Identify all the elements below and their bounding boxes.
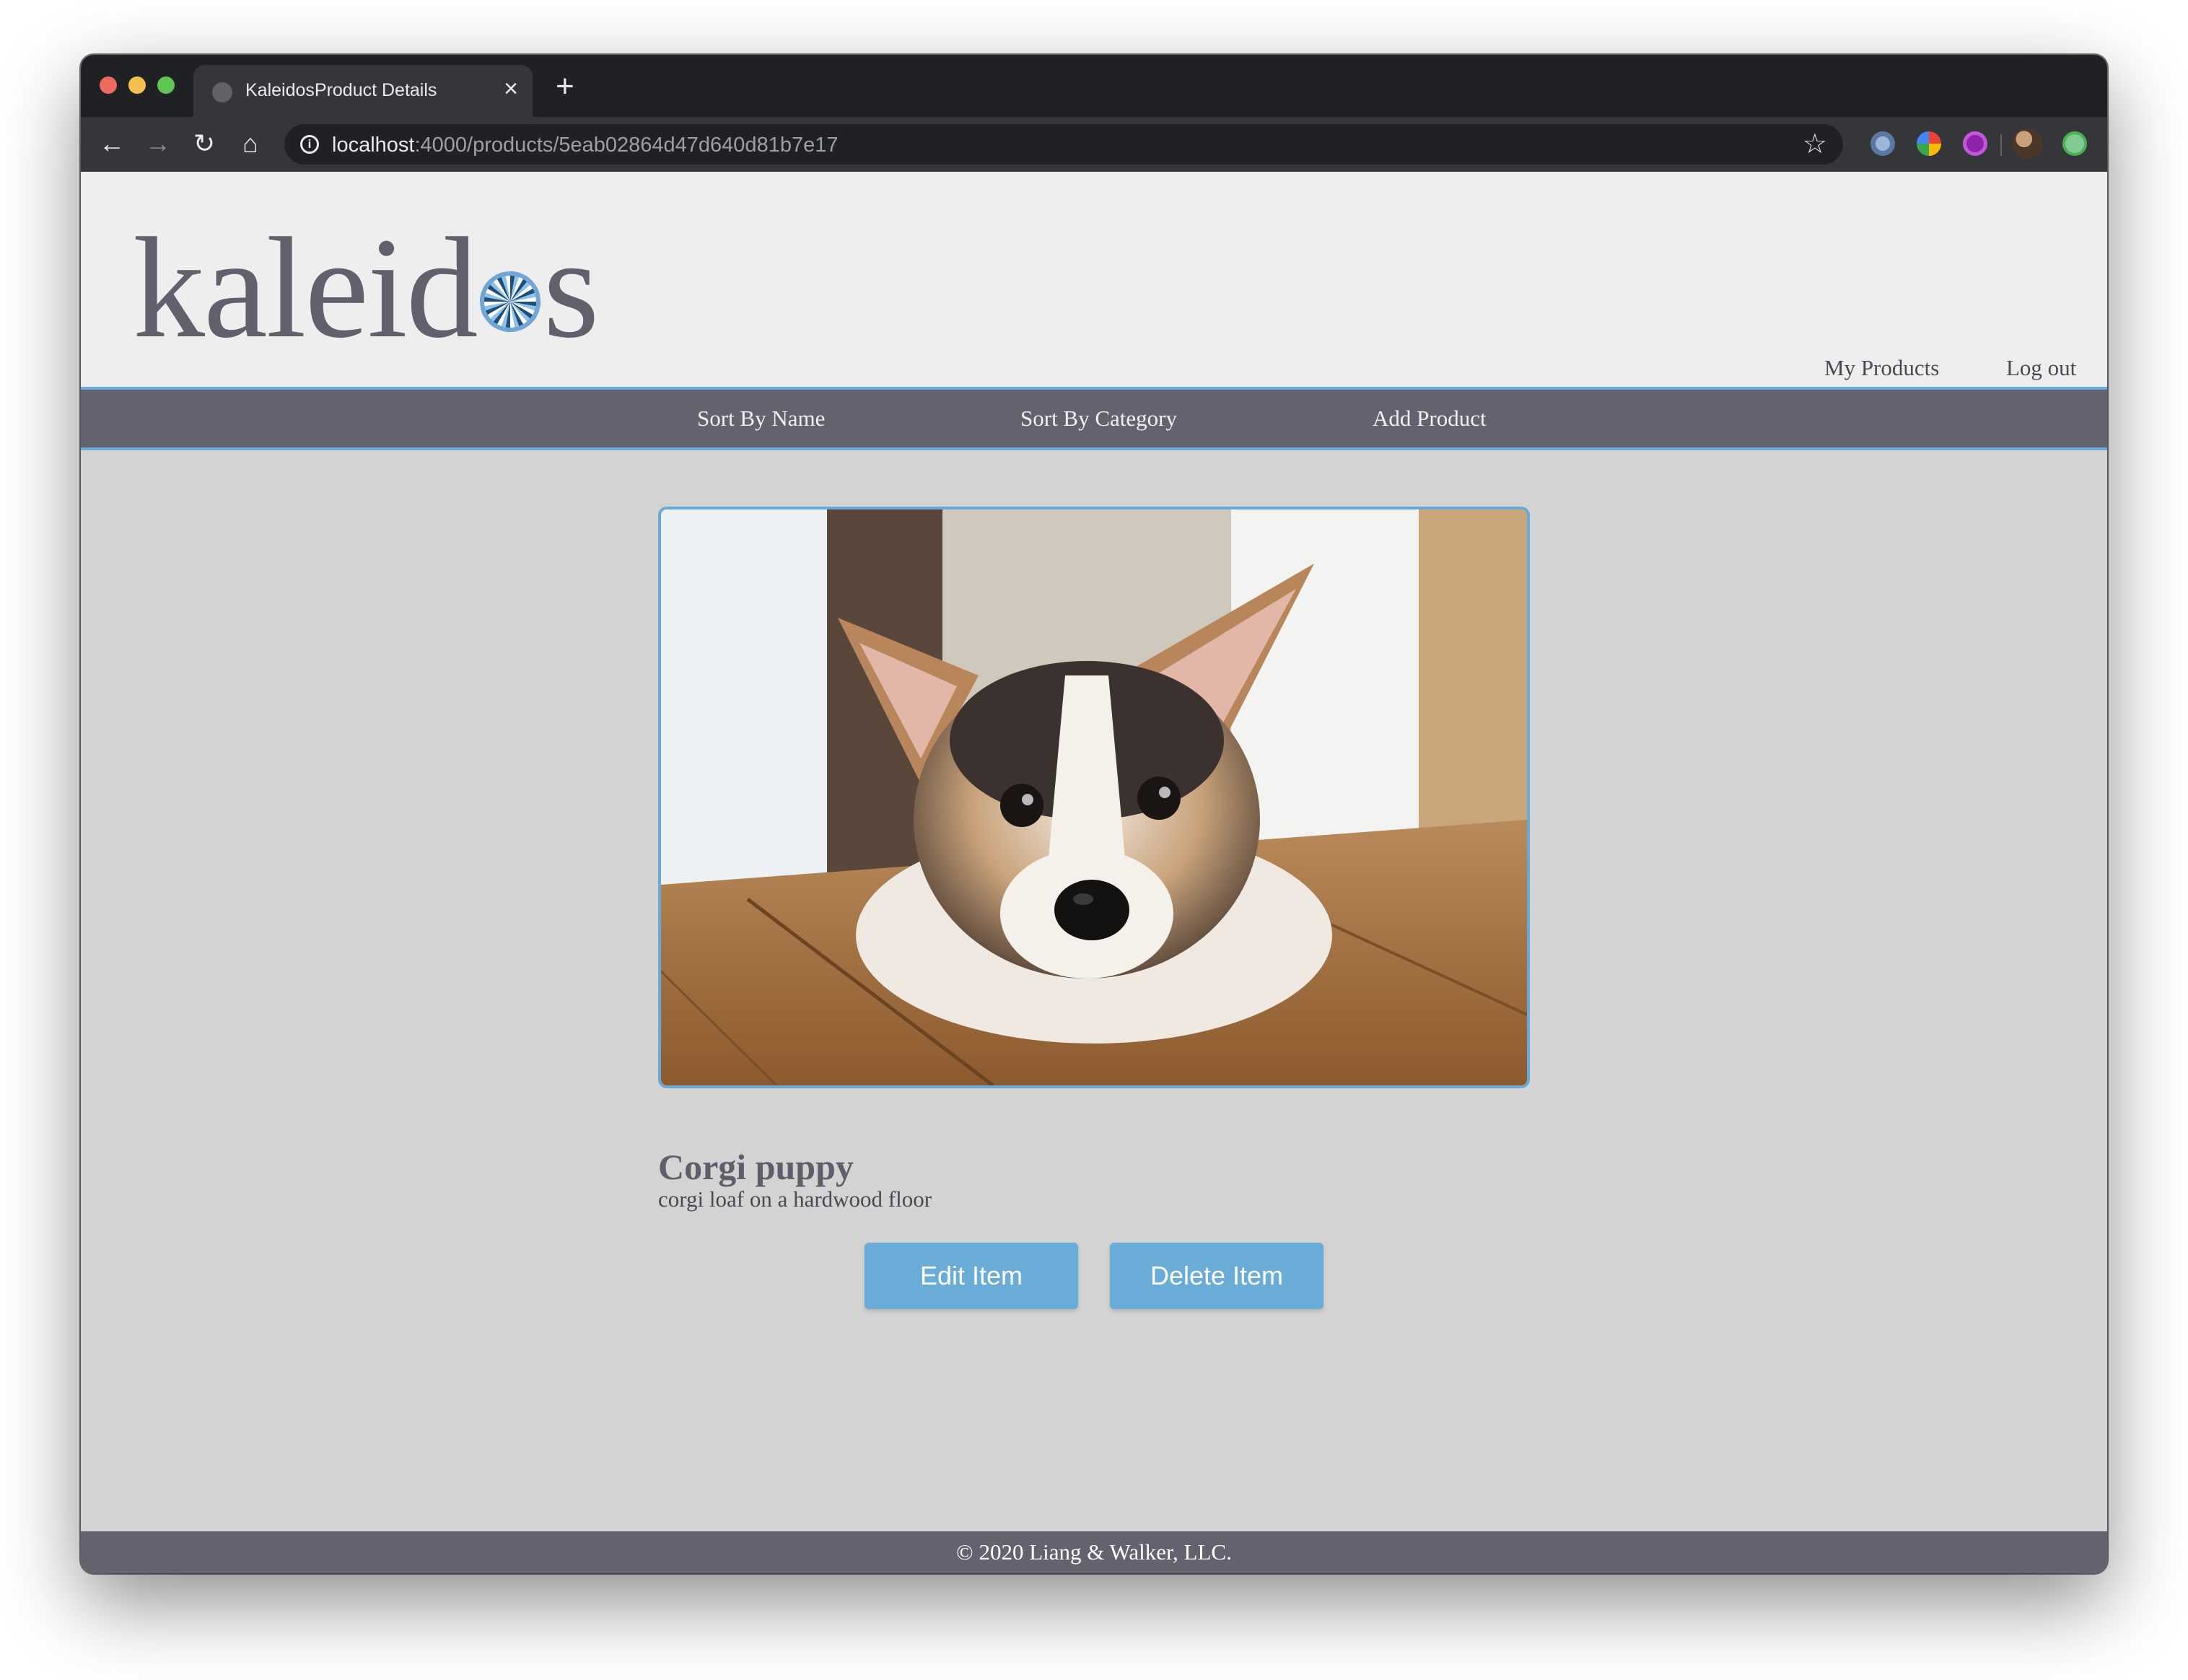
sort-by-category-link[interactable]: Sort By Category: [1020, 406, 1177, 432]
nav-bar: Sort By Name Sort By Category Add Produc…: [81, 387, 2107, 450]
url-text[interactable]: localhost:4000/products/5eab02864d47d640…: [332, 134, 838, 157]
site-header: kaleid s My Products Log out: [81, 172, 2107, 387]
close-tab-icon[interactable]: ×: [504, 76, 518, 101]
bookmark-star-icon[interactable]: ☆: [1803, 128, 1827, 160]
product-image: [658, 507, 1530, 1088]
delete-item-button[interactable]: Delete Item: [1110, 1243, 1323, 1309]
footer-copyright: © 2020 Liang & Walker, LLC.: [956, 1539, 1232, 1565]
reload-icon[interactable]: ↻: [188, 127, 221, 160]
product-description: corgi loaf on a hardwood floor: [658, 1186, 932, 1212]
minimize-window-button[interactable]: [128, 76, 146, 94]
add-product-link[interactable]: Add Product: [1373, 406, 1487, 432]
forward-arrow-icon[interactable]: →: [141, 127, 175, 160]
edit-item-button[interactable]: Edit Item: [865, 1243, 1078, 1309]
kaleidoscope-gem-icon: [479, 271, 541, 332]
home-icon[interactable]: ⌂: [234, 127, 267, 160]
kaleidos-logo[interactable]: kaleid s: [133, 209, 600, 368]
new-tab-button[interactable]: +: [556, 71, 574, 102]
globe-icon: [212, 82, 232, 102]
toolbar-divider: [2000, 134, 2002, 156]
log-out-link[interactable]: Log out: [2006, 355, 2076, 381]
extension-icon[interactable]: [2062, 131, 2087, 156]
corgi-photo: [661, 509, 1527, 1085]
footer: © 2020 Liang & Walker, LLC.: [81, 1531, 2107, 1573]
browser-tab[interactable]: KaleidosProduct Details ×: [193, 65, 533, 117]
sort-by-name-link[interactable]: Sort By Name: [697, 406, 825, 432]
page: kaleid s My Products Log out Sort By Name…: [81, 172, 2107, 1573]
address-bar[interactable]: i localhost:4000/products/5eab02864d47d6…: [284, 124, 1843, 165]
browser-toolbar: ← → ↻ ⌂ i localhost:4000/products/5eab02…: [81, 117, 2107, 172]
extension-icon[interactable]: [1870, 131, 1895, 156]
tab-title: KaleidosProduct Details: [245, 80, 437, 100]
my-products-link[interactable]: My Products: [1824, 355, 1939, 381]
tab-bar: KaleidosProduct Details × +: [81, 55, 2107, 117]
profile-avatar[interactable]: [2012, 128, 2042, 159]
extension-icon[interactable]: [1917, 131, 1941, 156]
product-name: Corgi puppy: [658, 1147, 854, 1187]
browser-window: KaleidosProduct Details × + ← → ↻ ⌂ i lo…: [81, 55, 2107, 1573]
maximize-window-button[interactable]: [157, 76, 175, 94]
extension-icon[interactable]: [1963, 131, 1987, 156]
close-window-button[interactable]: [100, 76, 117, 94]
back-arrow-icon[interactable]: ←: [95, 127, 128, 160]
info-icon[interactable]: i: [300, 135, 319, 154]
